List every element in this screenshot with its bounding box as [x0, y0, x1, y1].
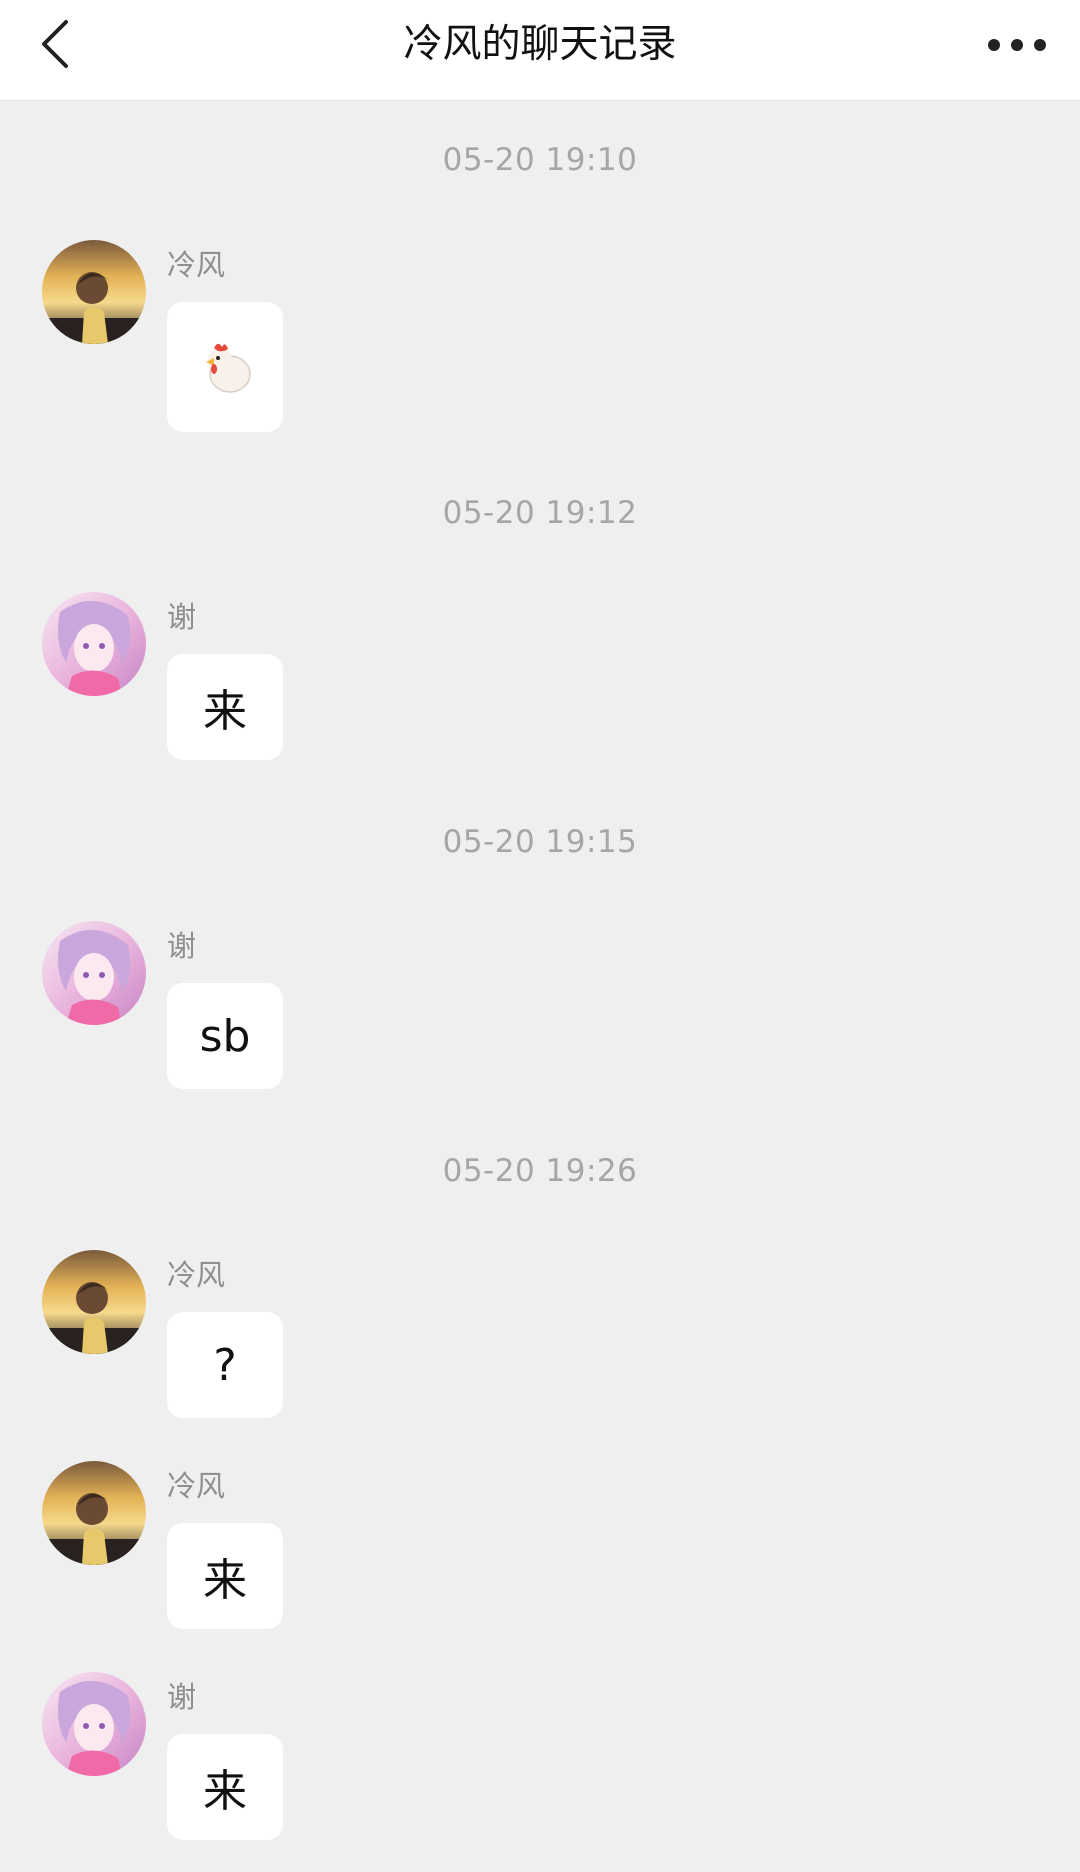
avatar-xie-icon [42, 1672, 146, 1776]
message-item: 冷风 ? [0, 1250, 1080, 1450]
more-button[interactable] [982, 22, 1052, 68]
message-bubble[interactable]: ? [167, 1312, 283, 1418]
timestamp: 05-20 19:26 [442, 1153, 638, 1189]
message-item: 谢 来 [0, 1672, 1080, 1872]
timestamp: 05-20 19:10 [442, 142, 638, 178]
message-item: 谢 来 [0, 592, 1080, 792]
timestamp: 05-20 19:12 [442, 495, 638, 531]
avatar[interactable] [42, 240, 146, 344]
message-text: ? [213, 1339, 237, 1391]
page-title: 冷风的聊天记录 [403, 22, 677, 67]
avatar-lengfeng-icon [42, 240, 146, 344]
message-bubble[interactable]: 来 [167, 1523, 283, 1629]
sender-name: 谢 [167, 1680, 197, 1714]
message-text: 来 [203, 686, 247, 737]
avatar-lengfeng-icon [42, 1250, 146, 1354]
message-item: 冷风 来 [0, 1461, 1080, 1661]
avatar-xie-icon [42, 592, 146, 696]
message-text: sb [199, 1010, 251, 1062]
sender-name: 冷风 [167, 248, 226, 282]
sender-name: 冷风 [167, 1469, 226, 1503]
chicken-emoji-icon [206, 343, 251, 393]
message-bubble[interactable]: sb [167, 983, 283, 1089]
sender-name: 冷风 [167, 1258, 226, 1292]
message-item: 谢 sb [0, 921, 1080, 1121]
avatar-lengfeng-icon [42, 1461, 146, 1565]
top-nav-bar: 冷风的聊天记录 [0, 0, 1080, 101]
message-text: 来 [203, 1766, 247, 1817]
timestamp: 05-20 19:15 [442, 824, 638, 860]
avatar[interactable] [42, 921, 146, 1025]
message-text: 来 [203, 1555, 247, 1606]
sender-name: 谢 [167, 600, 197, 634]
message-bubble[interactable]: 来 [167, 1734, 283, 1840]
message-item: 冷风 [0, 240, 1080, 440]
avatar[interactable] [42, 1461, 146, 1565]
message-bubble[interactable] [167, 302, 283, 432]
more-dots-icon [988, 39, 1046, 51]
avatar[interactable] [42, 592, 146, 696]
avatar-xie-icon [42, 921, 146, 1025]
avatar[interactable] [42, 1250, 146, 1354]
message-bubble[interactable]: 来 [167, 654, 283, 760]
avatar[interactable] [42, 1672, 146, 1776]
sender-name: 谢 [167, 929, 197, 963]
